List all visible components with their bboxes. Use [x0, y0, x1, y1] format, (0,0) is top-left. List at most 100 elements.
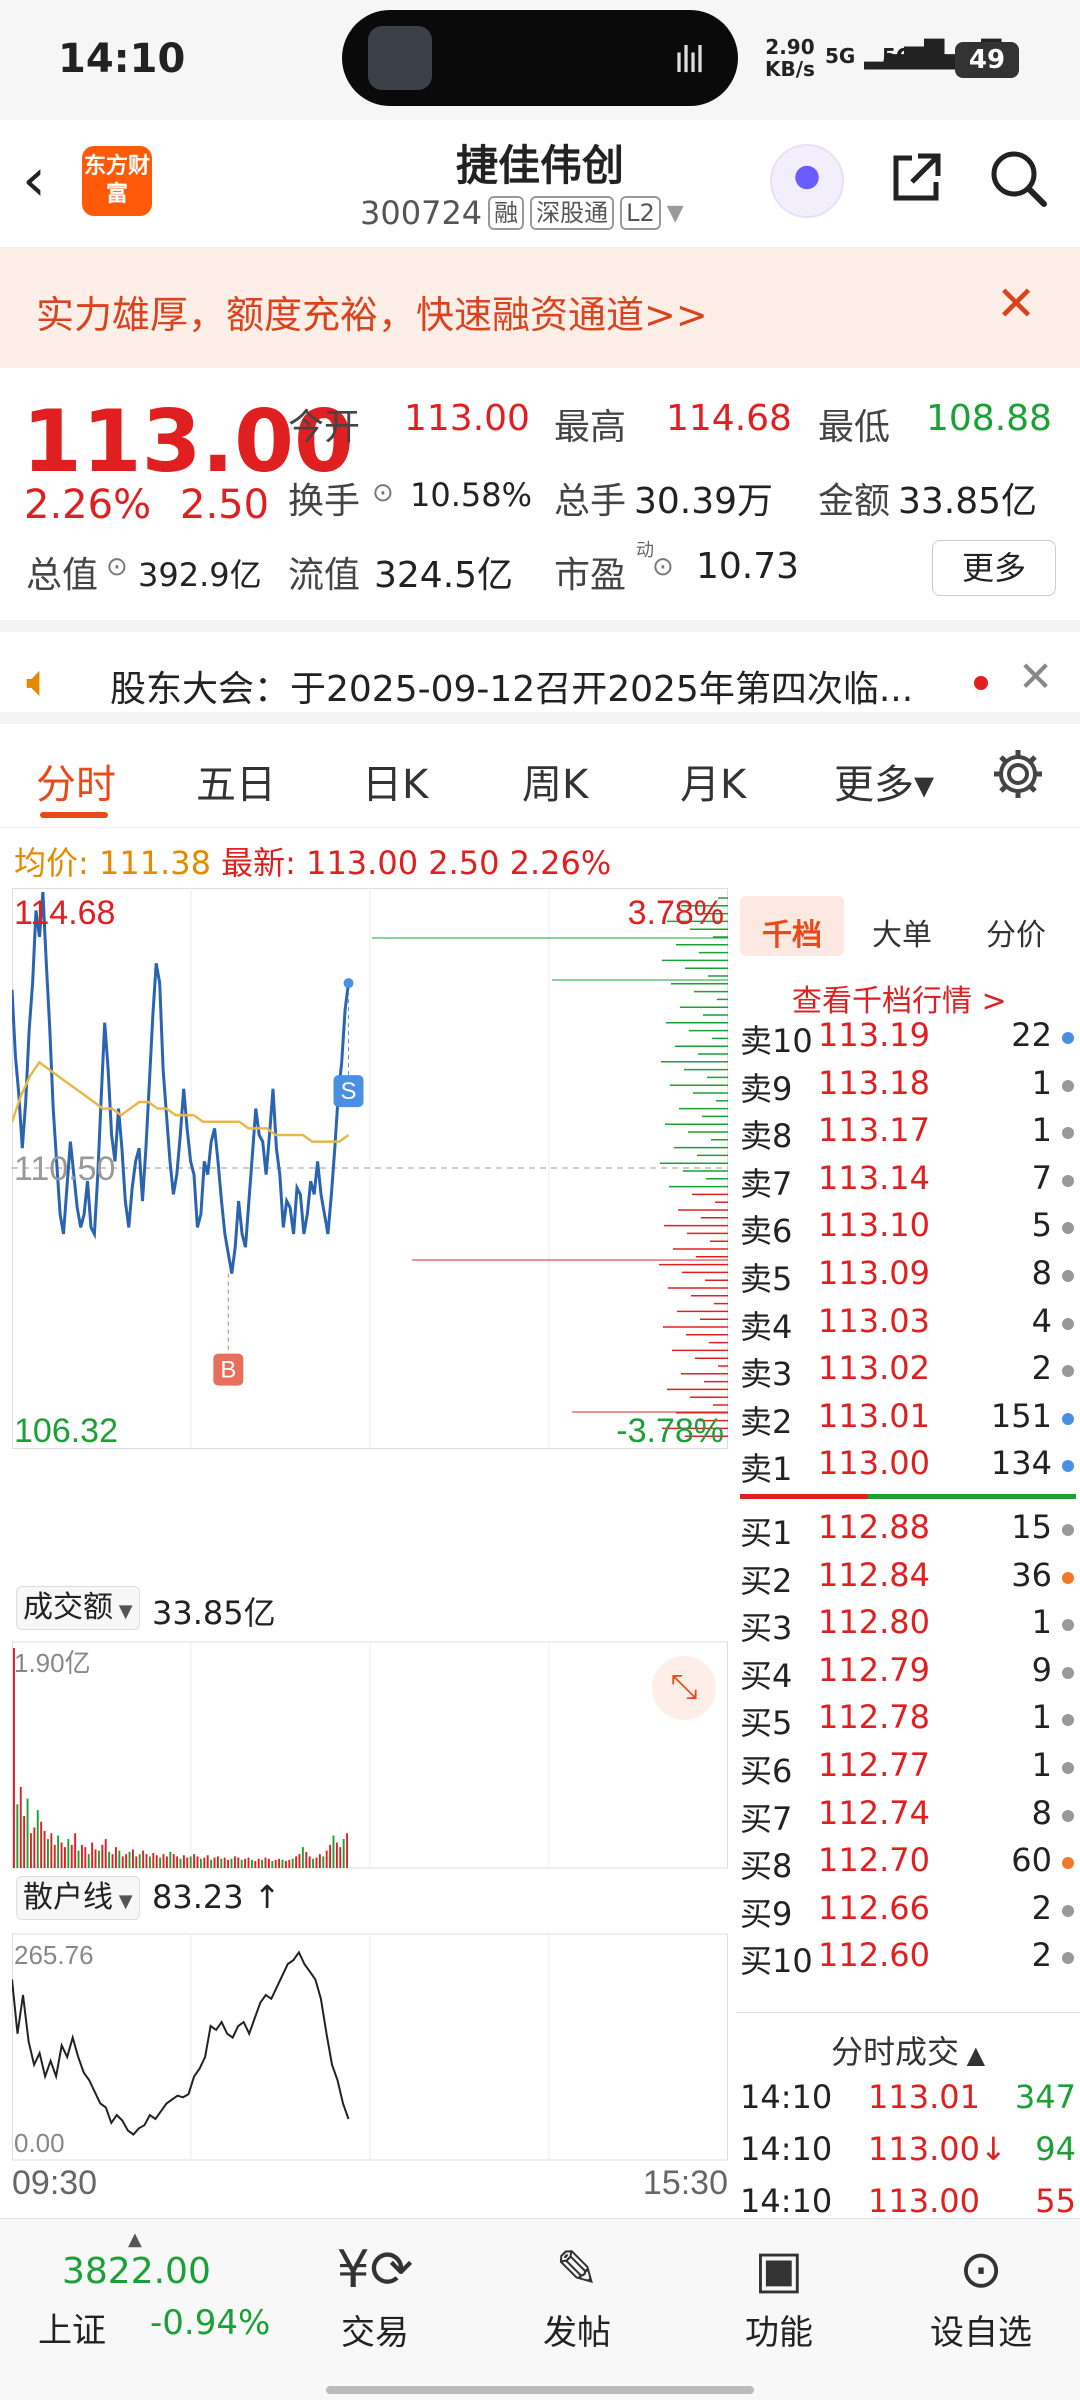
info-circle-icon[interactable]: ⊙ — [372, 478, 394, 508]
ask-row[interactable]: 卖10 113.19 22 — [740, 1016, 1076, 1062]
tab-daily-k[interactable]: 日K — [362, 752, 428, 810]
tab-monthly-k[interactable]: 月K — [680, 752, 746, 810]
status-time: 14:10 — [58, 36, 186, 82]
bid-row[interactable]: 买7 112.74 8 — [740, 1794, 1076, 1840]
retail-line — [12, 1950, 350, 2136]
tab-weekly-k[interactable]: 周K — [522, 752, 588, 810]
indicator-selector[interactable]: 散户线 ▼ — [16, 1876, 140, 1920]
bid-row[interactable]: 买1 112.88 15 — [740, 1508, 1076, 1554]
level-label: 卖8 — [740, 1117, 793, 1156]
chart-info-line: 均价: 111.38 最新: 113.00 2.50 2.26% — [14, 838, 611, 884]
share-icon[interactable] — [886, 148, 946, 221]
level-dot — [1062, 1365, 1074, 1378]
ask-row[interactable]: 卖6 113.10 5 — [740, 1206, 1076, 1252]
close-icon[interactable]: ✕ — [996, 276, 1036, 332]
amount-selector[interactable]: 成交额 ▼ — [16, 1586, 140, 1630]
tab-intraday[interactable]: 分时 — [36, 752, 116, 810]
level-volume: 1 — [1031, 1746, 1052, 1784]
volume-bar — [155, 1855, 158, 1868]
nav-trade[interactable]: ¥⟳ 交易 — [305, 2235, 445, 2354]
bid-row[interactable]: 买3 112.80 1 — [740, 1603, 1076, 1649]
ask-row[interactable]: 卖8 113.17 1 — [740, 1111, 1076, 1157]
ask-row[interactable]: 卖1 113.00 134 — [740, 1444, 1076, 1490]
volume-bar — [23, 1815, 26, 1868]
level-label: 卖10 — [740, 1022, 813, 1060]
ask-row[interactable]: 卖4 113.03 4 — [740, 1302, 1076, 1348]
stock-code-row[interactable]: 300724 融 深股通 L2 ▼ — [360, 194, 684, 232]
chevron-up-icon[interactable]: ▲ — [128, 2229, 142, 2250]
announcement-bar[interactable]: 🔈︎ 股东大会：于2025-09-12召开2025年第四次临... ✕ — [0, 620, 1080, 724]
search-icon[interactable] — [988, 148, 1048, 208]
bid-row[interactable]: 买8 112.70 60 — [740, 1841, 1076, 1887]
ai-assistant-icon[interactable] — [770, 144, 844, 218]
bid-row[interactable]: 买5 112.78 1 — [740, 1698, 1076, 1744]
more-button[interactable]: 更多 — [932, 540, 1056, 596]
view-levels-link[interactable]: 查看千档行情 > — [792, 976, 1007, 1020]
level-dot — [1062, 1270, 1074, 1282]
nav-add-watchlist[interactable]: ⊙ 设自选 — [911, 2235, 1051, 2354]
y-label-pct-low: -3.78% — [616, 1412, 724, 1450]
info-circle-icon[interactable]: ⊙ — [652, 552, 674, 582]
tab-price-dist[interactable]: 分价 — [986, 910, 1046, 954]
volume-bar — [169, 1851, 172, 1868]
intraday-chart[interactable]: B S 114.68 110.50 106.32 3.78% -3.78% 1.90亿 265.… — [12, 888, 732, 2204]
index-pct[interactable]: -0.94% — [150, 2303, 270, 2343]
bid-row[interactable]: 买10 112.60 2 — [740, 1936, 1076, 1982]
bid-row[interactable]: 买6 112.77 1 — [740, 1746, 1076, 1792]
volume-bar — [186, 1857, 189, 1868]
ask-row[interactable]: 卖2 113.01 151 — [740, 1397, 1076, 1443]
volume-bar — [271, 1861, 274, 1868]
volume-bar — [342, 1839, 345, 1868]
volume-bar — [210, 1859, 213, 1868]
chart-area[interactable]: B S 114.68 110.50 106.32 3.78% -3.78% 1.90亿 265.… — [12, 888, 732, 2204]
promo-text[interactable]: 实力雄厚，额度充裕，快速融资通道>> — [36, 284, 708, 339]
bottom-nav: ▲ 3822.00 上证 -0.94% ¥⟳ 交易 ✎ 发帖 ▣ 功能 ⊙ 设自… — [0, 2218, 1080, 2400]
latest-pct: 2.26% — [509, 844, 612, 882]
volume-bar — [104, 1839, 107, 1868]
trade-time: 14:10 — [740, 2182, 833, 2220]
volume-label: 总手 — [554, 481, 627, 522]
home-indicator[interactable] — [326, 2386, 754, 2394]
ask-row[interactable]: 卖3 113.02 2 — [740, 1349, 1076, 1395]
volume-bar — [189, 1856, 192, 1868]
volume-bar — [213, 1857, 216, 1868]
ask-row[interactable]: 卖7 113.14 7 — [740, 1159, 1076, 1205]
level-dot — [1062, 1222, 1074, 1235]
gear-icon[interactable] — [990, 746, 1046, 802]
volume-bar — [152, 1852, 155, 1868]
nav-post[interactable]: ✎ 发帖 — [507, 2235, 647, 2354]
tab-indicator — [40, 812, 108, 818]
level-dot — [1062, 1809, 1074, 1822]
bid-row[interactable]: 买9 112.66 2 — [740, 1889, 1076, 1935]
expand-icon[interactable]: ⤡ — [652, 1656, 716, 1720]
tab-big-orders[interactable]: 大单 — [872, 910, 932, 954]
volume-bar — [325, 1850, 328, 1868]
mcap-label: 总值 — [26, 555, 99, 596]
level-label: 买4 — [740, 1656, 793, 1695]
bid-row[interactable]: 买4 112.79 9 — [740, 1651, 1076, 1697]
volume-bar — [70, 1844, 73, 1868]
ask-row[interactable]: 卖9 113.18 1 — [740, 1064, 1076, 1110]
tab-five-day[interactable]: 五日 — [196, 752, 276, 810]
info-circle-icon[interactable]: ⊙ — [106, 552, 128, 582]
ask-row[interactable]: 卖5 113.09 8 — [740, 1254, 1076, 1300]
promo-banner[interactable]: 实力雄厚，额度充裕，快速融资通道>> ✕ — [0, 248, 1080, 368]
tab-more[interactable]: 更多▾ — [834, 752, 934, 810]
index-name[interactable]: 上证 — [38, 2303, 106, 2352]
volume-bar — [308, 1856, 311, 1868]
level-price: 112.70 — [818, 1841, 930, 1880]
y-label-low: 106.32 — [14, 1412, 118, 1450]
nav-functions[interactable]: ▣ 功能 — [709, 2235, 849, 2354]
volume-bar — [53, 1844, 56, 1868]
announcement-text[interactable]: 股东大会：于2025-09-12召开2025年第四次临... — [110, 660, 913, 712]
level-price: 113.18 — [818, 1063, 930, 1102]
close-icon[interactable]: ✕ — [1018, 652, 1053, 701]
volume-bar — [332, 1835, 335, 1868]
level-label: 卖5 — [740, 1260, 793, 1298]
bid-row[interactable]: 买2 112.84 36 — [740, 1556, 1076, 1602]
index-value[interactable]: 3822.00 — [62, 2251, 211, 2292]
tab-thousand-levels[interactable]: 千档 — [762, 910, 822, 954]
trades-header[interactable]: 分时成交 ▲ — [736, 2012, 1080, 2073]
volume-bar — [295, 1856, 298, 1868]
volume-bar — [288, 1859, 291, 1868]
